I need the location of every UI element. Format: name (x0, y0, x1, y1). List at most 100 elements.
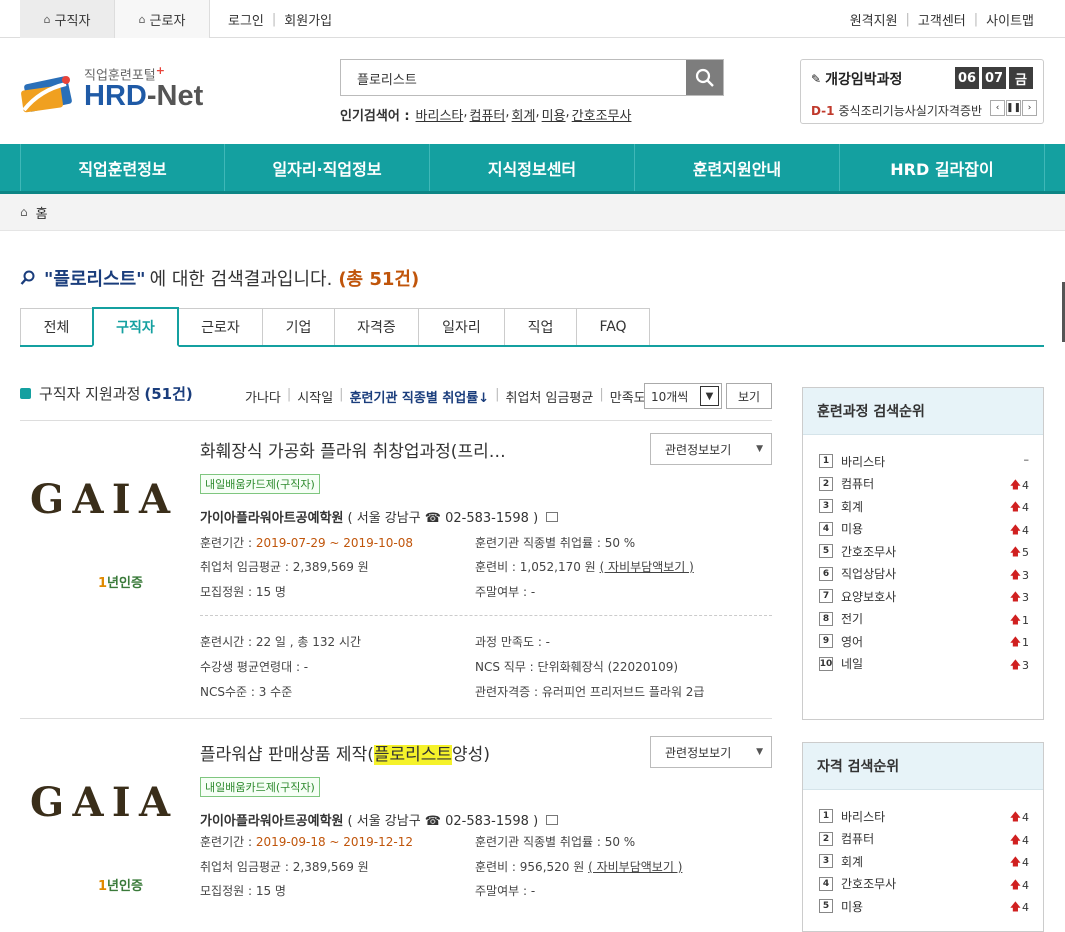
ranking-item[interactable]: 4 간호조무사 🡅 4 (819, 874, 1029, 894)
rank-number: 3 (819, 854, 833, 868)
per-page-select[interactable]: 10개씩 ▼ (644, 383, 722, 409)
search-input[interactable]: 플로리스트 (357, 69, 417, 88)
ranking-item[interactable]: 1 바리스타 🡅 4 (819, 806, 1029, 826)
ranking-item[interactable]: 9 영어 🡅 1 (819, 631, 1029, 651)
course-title[interactable]: 화훼장식 가공화 플라워 취창업과정(프리… (200, 437, 506, 462)
login-link[interactable]: 로그인 (228, 10, 264, 29)
ranking-item[interactable]: 5 미용 🡅 4 (819, 896, 1029, 916)
popular-keyword[interactable]: 미용 (542, 105, 566, 124)
ncs-level: NCS수준 : 3 수준 (200, 685, 293, 699)
rank-keyword: 미용 (841, 899, 864, 914)
pause-icon[interactable]: ❚❚ (1006, 100, 1021, 116)
course-satisfaction: 과정 만족도 : - (475, 635, 551, 649)
ranking-item[interactable]: 6 직업상담사 🡅 3 (819, 564, 1029, 584)
tab-all[interactable]: 전체 (20, 308, 93, 345)
popular-keyword[interactable]: 바리스타 (416, 105, 464, 124)
tab-faq[interactable]: FAQ (576, 308, 650, 345)
next-icon[interactable]: › (1022, 100, 1037, 116)
training-fee: 훈련비 : 956,520 원 ( 자비부담액보기 ) (475, 858, 682, 875)
ranking-item[interactable]: 2 컴퓨터 🡅 4 (819, 474, 1029, 494)
ranking-item[interactable]: 5 간호조무사 🡅 5 (819, 541, 1029, 561)
tab-company[interactable]: 기업 (262, 308, 335, 345)
sitemap-link[interactable]: 사이트맵 (986, 10, 1034, 29)
rank-change-value: 4 (1022, 523, 1029, 537)
nav-hrd-guide[interactable]: HRD 길라잡이 (840, 144, 1045, 191)
search-button[interactable] (686, 60, 723, 95)
ranking-item[interactable]: 3 회계 🡅 4 (819, 851, 1029, 871)
logo-emblem-icon (21, 76, 72, 113)
rank-change-value: 4 (1022, 811, 1029, 824)
rank-number: 7 (819, 589, 833, 603)
sort-options: 가나다 | 시작일 | 훈련기관 직종별 취업률↓ | 취업처 임금평균 | 만족도 (245, 387, 646, 406)
tab-jobseeker-results[interactable]: 구직자 (92, 307, 179, 347)
result-count: (총 51건) (338, 269, 420, 290)
ranking-item[interactable]: 3 회계 🡅 4 (819, 496, 1029, 516)
tab-license[interactable]: 자격증 (334, 308, 419, 345)
hrd-net-logo[interactable]: 직업훈련포털+ HRD-Net (20, 64, 220, 124)
nav-knowledge-center[interactable]: 지식정보센터 (430, 144, 635, 191)
course-title[interactable]: 플라워샵 판매상품 제작(플로리스트양성) (200, 740, 490, 765)
sort-employment-rate[interactable]: 훈련기관 직종별 취업률↓ (350, 387, 490, 406)
upcoming-course-link[interactable]: D-1 중식조리기능사실기자격증반 (811, 102, 989, 119)
nav-training-info[interactable]: 직업훈련정보 (20, 144, 225, 191)
self-pay-link[interactable]: ( 자비부담액보기 ) (588, 860, 682, 874)
institution-name[interactable]: 가이아플라워아트공예학원 (200, 507, 344, 526)
date-day: 07 (982, 67, 1006, 89)
sort-start-date[interactable]: 시작일 (297, 387, 333, 406)
popular-keyword[interactable]: 회계 (512, 105, 536, 124)
related-license: 관련자격증 : 유러피언 프리저브드 플라워 2급 (475, 685, 705, 699)
tab-jobseeker[interactable]: ⌂ 구직자 (20, 0, 115, 38)
sort-wage[interactable]: 취업처 임금평균 (506, 387, 594, 406)
tab-occupation[interactable]: 직업 (504, 308, 577, 345)
remote-support-link[interactable]: 원격지원 (850, 10, 898, 29)
license-search-ranking: 자격 검색순위 1 바리스타 🡅 4 2 컴퓨터 🡅 4 3 회계 🡅 4 4 간호조무사 🡅 4 5 미용 🡅 4 (802, 742, 1044, 932)
cert-number: 1 (98, 576, 108, 591)
nav-job-info[interactable]: 일자리·직업정보 (225, 144, 430, 191)
result-keyword: "플로리스트" (44, 269, 146, 290)
view-button[interactable]: 보기 (726, 383, 772, 409)
rank-change-value: 1 (1022, 613, 1029, 627)
period-value: 2019-07-29 ~ 2019-10-08 (255, 536, 414, 550)
nav-support-guide[interactable]: 훈련지원안내 (635, 144, 840, 191)
divider: | (973, 11, 979, 27)
customer-center-link[interactable]: 고객센터 (918, 10, 966, 29)
divider-line (20, 718, 772, 719)
ranking-item[interactable]: 1 바리스타 – (819, 451, 1029, 471)
new-window-icon[interactable] (546, 814, 559, 825)
period-label: 훈련기간 : (200, 835, 256, 849)
popular-keyword[interactable]: 컴퓨터 (470, 105, 506, 124)
rank-change: 🡅 4 (1010, 808, 1029, 827)
prev-icon[interactable]: ‹ (990, 100, 1005, 116)
popular-keyword[interactable]: 간호조무사 (572, 105, 632, 124)
ranking-title: 자격 검색순위 (803, 743, 1043, 790)
signup-link[interactable]: 회원가입 (284, 10, 332, 29)
fee-value: 훈련비 : 1,052,170 원 (475, 560, 596, 574)
ranking-item[interactable]: 10 네일 🡅 3 (819, 654, 1029, 674)
ranking-item[interactable]: 4 미용 🡅 4 (819, 519, 1029, 539)
related-info-dropdown[interactable]: 관련정보보기 ▼ (650, 433, 772, 465)
logo-name-hrd: HRD (84, 80, 147, 112)
arrow-up-icon: 🡅 (1009, 522, 1021, 536)
home-icon[interactable]: ⌂ (20, 205, 28, 219)
ranking-item[interactable]: 2 컴퓨터 🡅 4 (819, 829, 1029, 849)
new-window-icon[interactable] (546, 511, 559, 522)
ranking-item[interactable]: 7 요양보호사 🡅 3 (819, 586, 1029, 606)
tab-worker-results[interactable]: 근로자 (178, 308, 263, 345)
institution-logo[interactable]: GAIA (30, 748, 180, 834)
tab-jobs[interactable]: 일자리 (418, 308, 505, 345)
tab-worker[interactable]: ⌂ 근로자 (115, 0, 210, 38)
title-post: 양성) (452, 745, 490, 765)
popular-keywords: 인기검색어 : 바리스타, 컴퓨터, 회계, 미용, 간호조무사 (340, 105, 631, 124)
institution-logo[interactable]: GAIA (30, 445, 180, 531)
related-info-dropdown[interactable]: 관련정보보기 ▼ (650, 736, 772, 768)
logo-letter: GAIA (30, 779, 171, 826)
rank-number: 1 (819, 809, 833, 823)
divider: | (599, 387, 604, 402)
sort-alpha[interactable]: 가나다 (245, 387, 281, 406)
self-pay-link[interactable]: ( 자비부담액보기 ) (600, 560, 694, 574)
rank-change-value: 1 (1022, 636, 1029, 649)
breadcrumb-home[interactable]: 홈 (36, 203, 48, 222)
ranking-item[interactable]: 8 전기 🡅 1 (819, 609, 1029, 629)
institution-name[interactable]: 가이아플라워아트공예학원 (200, 810, 344, 829)
sort-satisfaction[interactable]: 만족도 (610, 387, 646, 406)
